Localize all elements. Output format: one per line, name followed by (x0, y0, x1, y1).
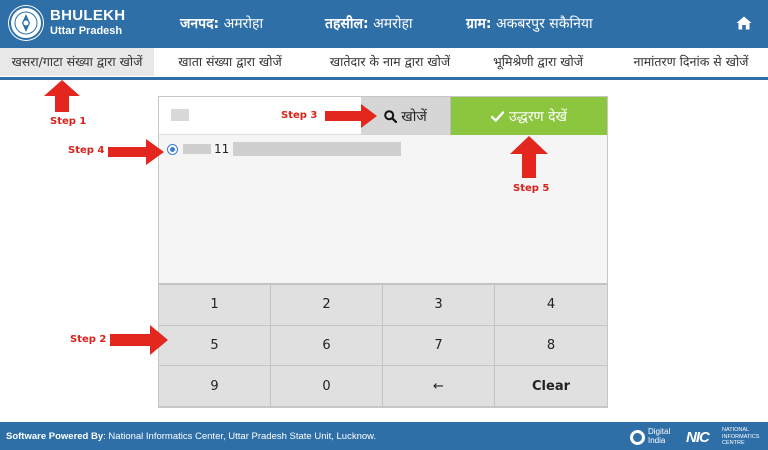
brand-subtitle: Uttar Pradesh (50, 25, 123, 37)
footer-powered-label: Software Powered By (6, 431, 104, 442)
step3-label: Step 3 (281, 110, 318, 121)
district-label: जनपद: (180, 16, 220, 32)
tab-mutation-date-search[interactable]: नामांतरण दिनांक से खोजें (618, 48, 764, 76)
key-7[interactable]: 7 (383, 325, 495, 367)
result-radio[interactable] (167, 143, 178, 155)
step3-arrow-icon (325, 104, 377, 128)
redacted-text (233, 142, 402, 156)
digital-india-logo: Digital India (630, 426, 676, 448)
app-header: BHULEKH Uttar Pradesh जनपद: अमरोहा तहसील… (0, 0, 768, 48)
village-label: ग्राम: (466, 16, 492, 32)
tehsil-value: अमरोहा (373, 16, 413, 32)
step5-label: Step 5 (513, 183, 550, 194)
step2-arrow-icon (110, 325, 168, 355)
search-button-label: खोजें (401, 108, 427, 125)
view-button-label: उद्धरण देखें (508, 108, 568, 125)
digital-india-text: Digital India (648, 427, 671, 445)
step2-label: Step 2 (70, 334, 107, 345)
tab-owner-name-search[interactable]: खातेदार के नाम द्वारा खोजें (310, 48, 470, 76)
step1-arrow-icon (44, 80, 80, 112)
key-9[interactable]: 9 (159, 366, 271, 407)
redacted-text (183, 144, 211, 154)
tabbar-divider (0, 77, 768, 80)
district-field: जनपद: अमरोहा (180, 14, 263, 33)
digital-india-mark-icon (630, 430, 645, 445)
district-value: अमरोहा (223, 16, 264, 32)
footer-powered-text: : National Informatics Center, Uttar Pra… (103, 431, 377, 442)
tab-khata-search[interactable]: खाता संख्या द्वारा खोजें (164, 48, 296, 76)
tehsil-field: तहसील: अमरोहा (325, 14, 413, 33)
step4-label: Step 4 (68, 145, 105, 156)
up-emblem-logo (8, 5, 44, 41)
step5-arrow-icon (510, 136, 548, 178)
home-icon[interactable] (736, 15, 752, 31)
brand-title: BHULEKH (50, 7, 126, 24)
village-value: अकबरपुर सकैनिया (495, 16, 593, 32)
view-extract-button[interactable]: उद्धरण देखें (451, 97, 607, 135)
check-icon (490, 110, 504, 122)
key-2[interactable]: 2 (271, 285, 383, 326)
tehsil-label: तहसील: (325, 16, 369, 32)
village-field: ग्राम: अकबरपुर सकैनिया (466, 14, 593, 33)
key-3[interactable]: 3 (383, 285, 495, 326)
nic-logo: NIC NATIONAL INFORMATICS CENTRE (686, 427, 764, 447)
footer-credit: Software Powered By: National Informatic… (6, 431, 376, 442)
key-4[interactable]: 4 (495, 285, 607, 326)
step1-label: Step 1 (50, 116, 87, 127)
key-5[interactable]: 5 (159, 325, 271, 367)
result-number: 11 (214, 142, 230, 156)
key-0[interactable]: 0 (271, 366, 383, 407)
numeric-keypad: 1 2 3 4 5 6 7 8 9 0 ← Clear (159, 283, 607, 407)
key-backspace[interactable]: ← (383, 366, 495, 407)
tab-land-category-search[interactable]: भूमिश्रेणी द्वारा खोजें (478, 48, 598, 76)
redacted-input-text (171, 109, 189, 121)
key-clear[interactable]: Clear (495, 366, 607, 407)
search-tabs: खसरा/गाटा संख्या द्वारा खोजें खाता संख्य… (0, 48, 768, 78)
search-icon (384, 109, 398, 123)
tab-khasra-search[interactable]: खसरा/गाटा संख्या द्वारा खोजें (0, 48, 154, 76)
key-6[interactable]: 6 (271, 325, 383, 367)
app-footer: Software Powered By: National Informatic… (0, 422, 768, 450)
list-item[interactable]: 11 (167, 141, 402, 157)
nic-text: NATIONAL INFORMATICS CENTRE (722, 427, 760, 446)
key-8[interactable]: 8 (495, 325, 607, 367)
page: BHULEKH Uttar Pradesh जनपद: अमरोहा तहसील… (0, 0, 768, 450)
key-1[interactable]: 1 (159, 285, 271, 326)
nic-mark: NIC (686, 429, 710, 446)
step4-arrow-icon (108, 139, 164, 165)
